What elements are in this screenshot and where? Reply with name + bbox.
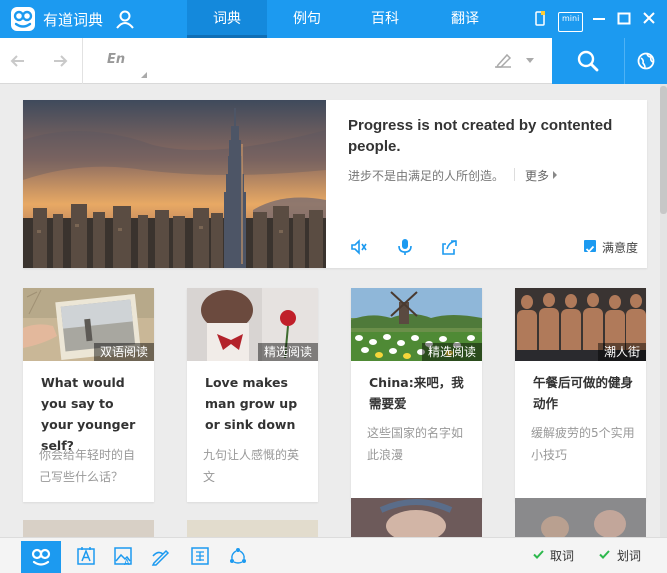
youdao-logo-icon — [31, 548, 51, 566]
card-tag: 精选阅读 — [421, 343, 482, 361]
card-description: 这些国家的名字如此浪漫 — [367, 426, 464, 462]
more-link[interactable]: 更多 — [525, 167, 549, 184]
card-title[interactable]: Love makes man grow up or sink down — [205, 372, 305, 435]
card-tag: 双语阅读 — [93, 343, 154, 361]
maximize-icon[interactable] — [617, 9, 631, 29]
article-card-partial[interactable] — [187, 520, 318, 537]
card-description: 九句让人感慨的英文 — [203, 448, 300, 484]
card-tag: 精选阅读 — [257, 343, 318, 361]
checkmark-icon — [585, 245, 595, 253]
language-label: En — [107, 52, 126, 67]
online-button[interactable] — [624, 38, 667, 84]
card-title[interactable]: China:来吧，我需要爱 — [369, 372, 469, 414]
apps-icon[interactable] — [228, 546, 248, 566]
checkmark-icon[interactable] — [599, 550, 610, 559]
microphone-icon[interactable] — [396, 238, 414, 256]
mini-mode-button[interactable]: mini — [558, 12, 584, 32]
image-translate-icon[interactable]: A — [113, 546, 133, 566]
article-card[interactable]: 潮人街 午餐后可做的健身动作 缓解疲劳的5个实用小技巧 — [515, 288, 646, 502]
satisfaction-checkbox[interactable] — [584, 240, 596, 253]
home-button[interactable] — [21, 541, 61, 573]
language-selector[interactable]: En — [82, 38, 147, 84]
card-image-photo-hand: 双语阅读 — [23, 288, 154, 361]
chevron-down-icon[interactable] — [526, 58, 534, 64]
search-icon — [577, 50, 599, 72]
article-card[interactable]: 精选阅读 China:来吧，我需要爱 这些国家的名字如此浪漫 — [351, 288, 482, 502]
card-image-windmill-tulips: 精选阅读 — [351, 288, 482, 361]
sentence-english: Progress is not created by contented peo… — [348, 117, 613, 155]
card-description: 你会给年轻时的自己写些什么话？ — [39, 448, 136, 484]
phone-icon[interactable] — [534, 9, 546, 29]
word-pick-toggle[interactable]: 取词 — [550, 547, 574, 564]
translate-icon[interactable] — [190, 546, 210, 566]
word-select-toggle[interactable]: 划词 — [617, 547, 641, 564]
sentence-chinese: 进步不是由满足的人所创造。 — [348, 169, 505, 183]
article-card-partial[interactable] — [515, 498, 646, 537]
globe-icon — [637, 52, 655, 70]
card-title[interactable]: 午餐后可做的健身动作 — [533, 372, 633, 414]
tab-examples[interactable]: 例句 — [267, 0, 347, 38]
youdao-logo-icon[interactable] — [10, 6, 36, 32]
title-bar: 有道词典 词典 例句 百科 翻译 mini — [0, 0, 667, 38]
article-card-partial[interactable] — [351, 498, 482, 537]
card-image-girl-rose: 精选阅读 — [187, 288, 318, 361]
tab-encyclopedia[interactable]: 百科 — [345, 0, 425, 38]
forward-arrow-icon[interactable] — [50, 51, 70, 71]
chevron-right-icon[interactable] — [553, 171, 557, 179]
search-bar: En — [0, 38, 667, 84]
wordbook-icon[interactable] — [76, 546, 96, 566]
back-arrow-icon[interactable] — [8, 51, 28, 71]
search-button[interactable] — [552, 38, 624, 84]
share-icon[interactable] — [441, 238, 459, 256]
handwriting-icon[interactable] — [493, 52, 513, 70]
card-description: 缓解疲劳的5个实用小技巧 — [531, 426, 635, 462]
article-card[interactable]: 双语阅读 What would you say to your younger … — [23, 288, 154, 502]
svg-text:A: A — [124, 558, 130, 566]
article-card[interactable]: 精选阅读 Love makes man grow up or sink down… — [187, 288, 318, 502]
handwriting-icon[interactable] — [151, 546, 171, 566]
user-icon[interactable] — [115, 9, 135, 29]
satisfaction-label: 满意度 — [602, 241, 639, 255]
card-tag: 潮人街 — [597, 343, 646, 361]
search-input[interactable] — [150, 46, 480, 76]
speaker-icon[interactable] — [350, 238, 368, 256]
daily-sentence-card: Progress is not created by contented peo… — [23, 100, 647, 268]
corner-icon — [141, 72, 147, 78]
close-icon[interactable] — [642, 9, 656, 29]
bottom-toolbar: A 取词 划词 — [0, 537, 667, 573]
divider — [514, 168, 515, 181]
tab-dictionary[interactable]: 词典 — [187, 0, 267, 38]
card-image-fitness-men: 潮人街 — [515, 288, 646, 361]
minimize-icon[interactable] — [592, 9, 606, 29]
checkmark-icon[interactable] — [533, 550, 544, 559]
article-card-partial[interactable] — [23, 520, 154, 537]
scrollbar-thumb[interactable] — [660, 86, 667, 214]
tab-translate[interactable]: 翻译 — [425, 0, 505, 38]
app-title: 有道词典 — [43, 11, 104, 29]
taipei-skyline-image[interactable] — [23, 100, 326, 268]
